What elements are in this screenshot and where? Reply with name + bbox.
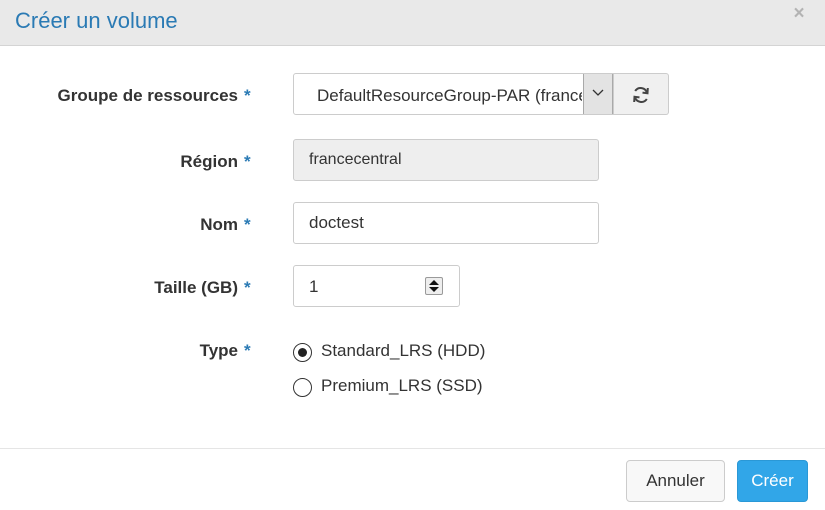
size-label: Taille (GB) <box>154 278 238 297</box>
resource-group-value: DefaultResourceGroup-PAR (france <box>317 86 582 105</box>
refresh-button[interactable] <box>614 73 669 115</box>
dialog-title: Créer un volume <box>15 8 178 33</box>
required-mark: * <box>244 86 251 105</box>
radio-label: Premium_LRS (SSD) <box>321 376 483 395</box>
create-volume-dialog: Créer un volume × Groupe de ressources *… <box>0 0 825 510</box>
resource-group-label: Groupe de ressources <box>57 86 238 105</box>
size-input[interactable]: 1 <box>293 265 460 307</box>
radio-button-selected[interactable] <box>293 343 312 362</box>
radio-button[interactable] <box>293 378 312 397</box>
name-input[interactable]: doctest <box>293 202 599 244</box>
dropdown-toggle[interactable] <box>583 74 613 114</box>
size-stepper[interactable] <box>425 277 443 295</box>
required-mark: * <box>244 278 251 297</box>
resource-group-select[interactable]: DefaultResourceGroup-PAR (france <box>293 73 614 115</box>
radio-dot <box>298 348 307 357</box>
refresh-icon <box>633 87 649 103</box>
required-mark: * <box>244 341 251 360</box>
radio-label: Standard_LRS (HDD) <box>321 341 486 360</box>
region-label: Région <box>180 152 238 171</box>
required-mark: * <box>244 215 251 234</box>
create-button[interactable]: Créer <box>737 460 808 502</box>
name-label: Nom <box>200 215 238 234</box>
cancel-button[interactable]: Annuler <box>626 460 725 502</box>
chevron-down-icon <box>592 89 604 96</box>
required-mark: * <box>244 152 251 171</box>
size-value: 1 <box>309 277 319 296</box>
dialog-header: Créer un volume × <box>0 0 825 46</box>
stepper-arrows-icon <box>429 280 439 292</box>
region-field: francecentral <box>293 139 599 181</box>
footer-divider <box>0 448 825 449</box>
close-button[interactable]: × <box>791 4 807 24</box>
type-label: Type <box>199 341 238 360</box>
